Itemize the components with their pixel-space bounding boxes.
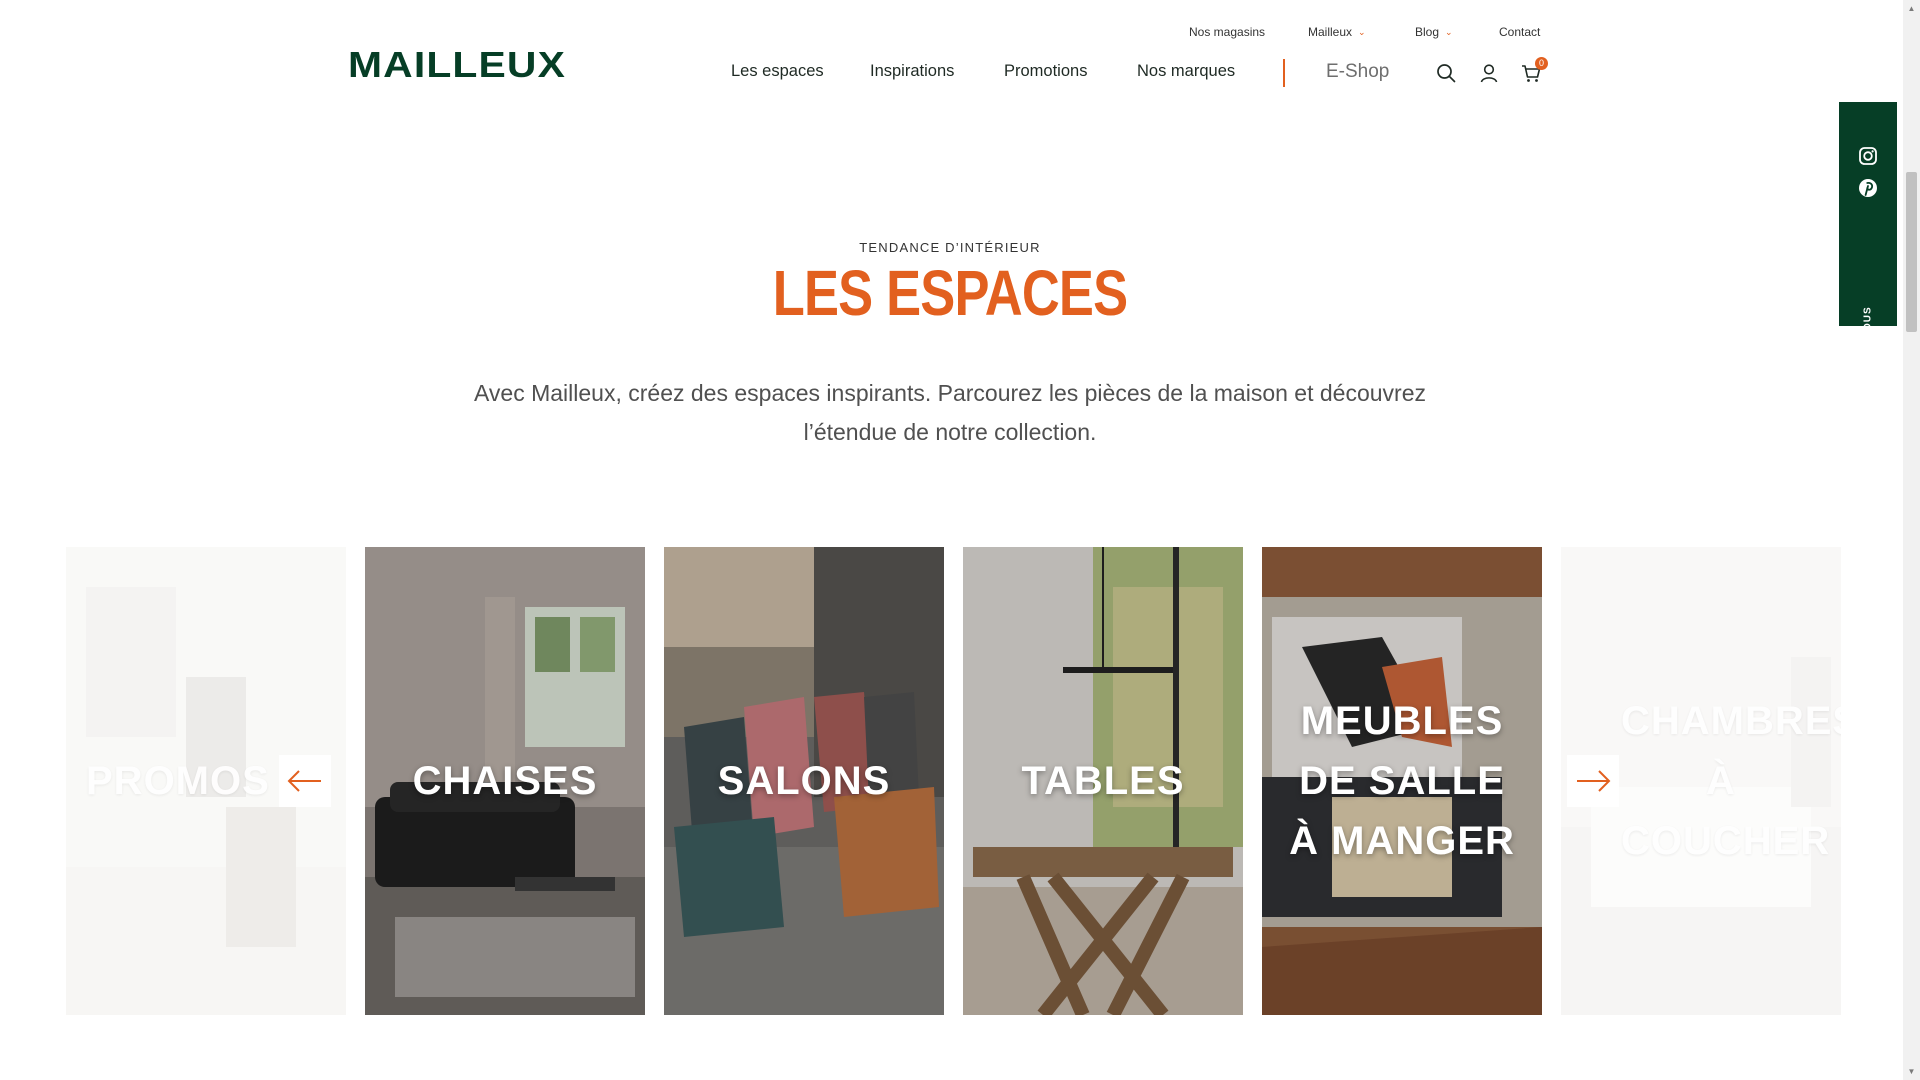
section-intro: Avec Mailleux, créez des espaces inspira… xyxy=(474,380,1426,445)
follow-us-tab: SUIVEZ-NOUS xyxy=(1839,102,1897,386)
top-link-blog[interactable]: Blog ⌄ xyxy=(1415,25,1453,39)
card-label: TABLES xyxy=(1021,759,1185,803)
top-link-label: Blog xyxy=(1415,25,1440,39)
scrollbar[interactable]: ▲ ▼ xyxy=(1903,0,1920,1080)
nav-divider xyxy=(1283,59,1285,87)
nav-promotions[interactable]: Promotions xyxy=(1004,62,1087,81)
top-link-label: Contact xyxy=(1499,25,1541,39)
follow-us-label: SUIVEZ-NOUS xyxy=(1862,306,1874,386)
instagram-icon[interactable] xyxy=(1857,145,1879,167)
chevron-down-icon: ⌄ xyxy=(1445,27,1453,37)
nav-nos-marques[interactable]: Nos marques xyxy=(1137,62,1235,81)
arrow-left-icon xyxy=(287,770,321,792)
card-chaises[interactable]: CHAISES xyxy=(365,547,645,1015)
arrow-right-icon xyxy=(1577,770,1611,792)
section-title: LES ESPACES xyxy=(772,257,1128,329)
chevron-down-icon: ⌄ xyxy=(1358,27,1366,37)
logo[interactable]: MAILLEUX xyxy=(348,47,568,81)
top-link-label: Nos magasins xyxy=(1189,25,1266,39)
top-link-mailleux[interactable]: Mailleux ⌄ xyxy=(1308,25,1366,39)
scrollbar-thumb[interactable] xyxy=(1906,172,1917,332)
scroll-up-icon[interactable]: ▲ xyxy=(1903,0,1920,17)
site-header: MAILLEUX Nos magasins Mailleux ⌄ Blog ⌄ Co… xyxy=(0,0,1920,110)
user-icon[interactable] xyxy=(1478,62,1500,84)
card-tables[interactable]: TABLES xyxy=(963,547,1243,1015)
pinterest-icon[interactable] xyxy=(1857,177,1879,199)
eshop-link[interactable]: E-Shop xyxy=(1326,61,1389,83)
scroll-down-icon[interactable]: ▼ xyxy=(1903,1063,1920,1080)
cart-count-badge: 0 xyxy=(1535,57,1548,70)
top-link-label: Mailleux xyxy=(1308,25,1353,39)
card-salons[interactable]: SALONS xyxy=(664,547,944,1015)
carousel-next-button[interactable] xyxy=(1567,755,1619,807)
card-label: SALONS xyxy=(717,759,891,803)
section-eyebrow: TENDANCE D’INTÉRIEUR xyxy=(859,240,1041,255)
search-icon[interactable] xyxy=(1435,62,1457,84)
card-label: CHAISES xyxy=(412,759,598,803)
nav-les-espaces[interactable]: Les espaces xyxy=(731,62,824,81)
top-link-contact[interactable]: Contact xyxy=(1499,25,1540,39)
top-link-nos-magasins[interactable]: Nos magasins xyxy=(1189,25,1265,39)
logo-text: MAILLEUX xyxy=(348,47,566,81)
card-meubles-salle-a-manger[interactable]: MEUBLES DE SALLE À MANGER xyxy=(1262,547,1542,1015)
nav-inspirations[interactable]: Inspirations xyxy=(870,62,954,81)
carousel-prev-button[interactable] xyxy=(279,755,331,807)
card-label: MEUBLES DE SALLE À MANGER xyxy=(1289,699,1515,863)
